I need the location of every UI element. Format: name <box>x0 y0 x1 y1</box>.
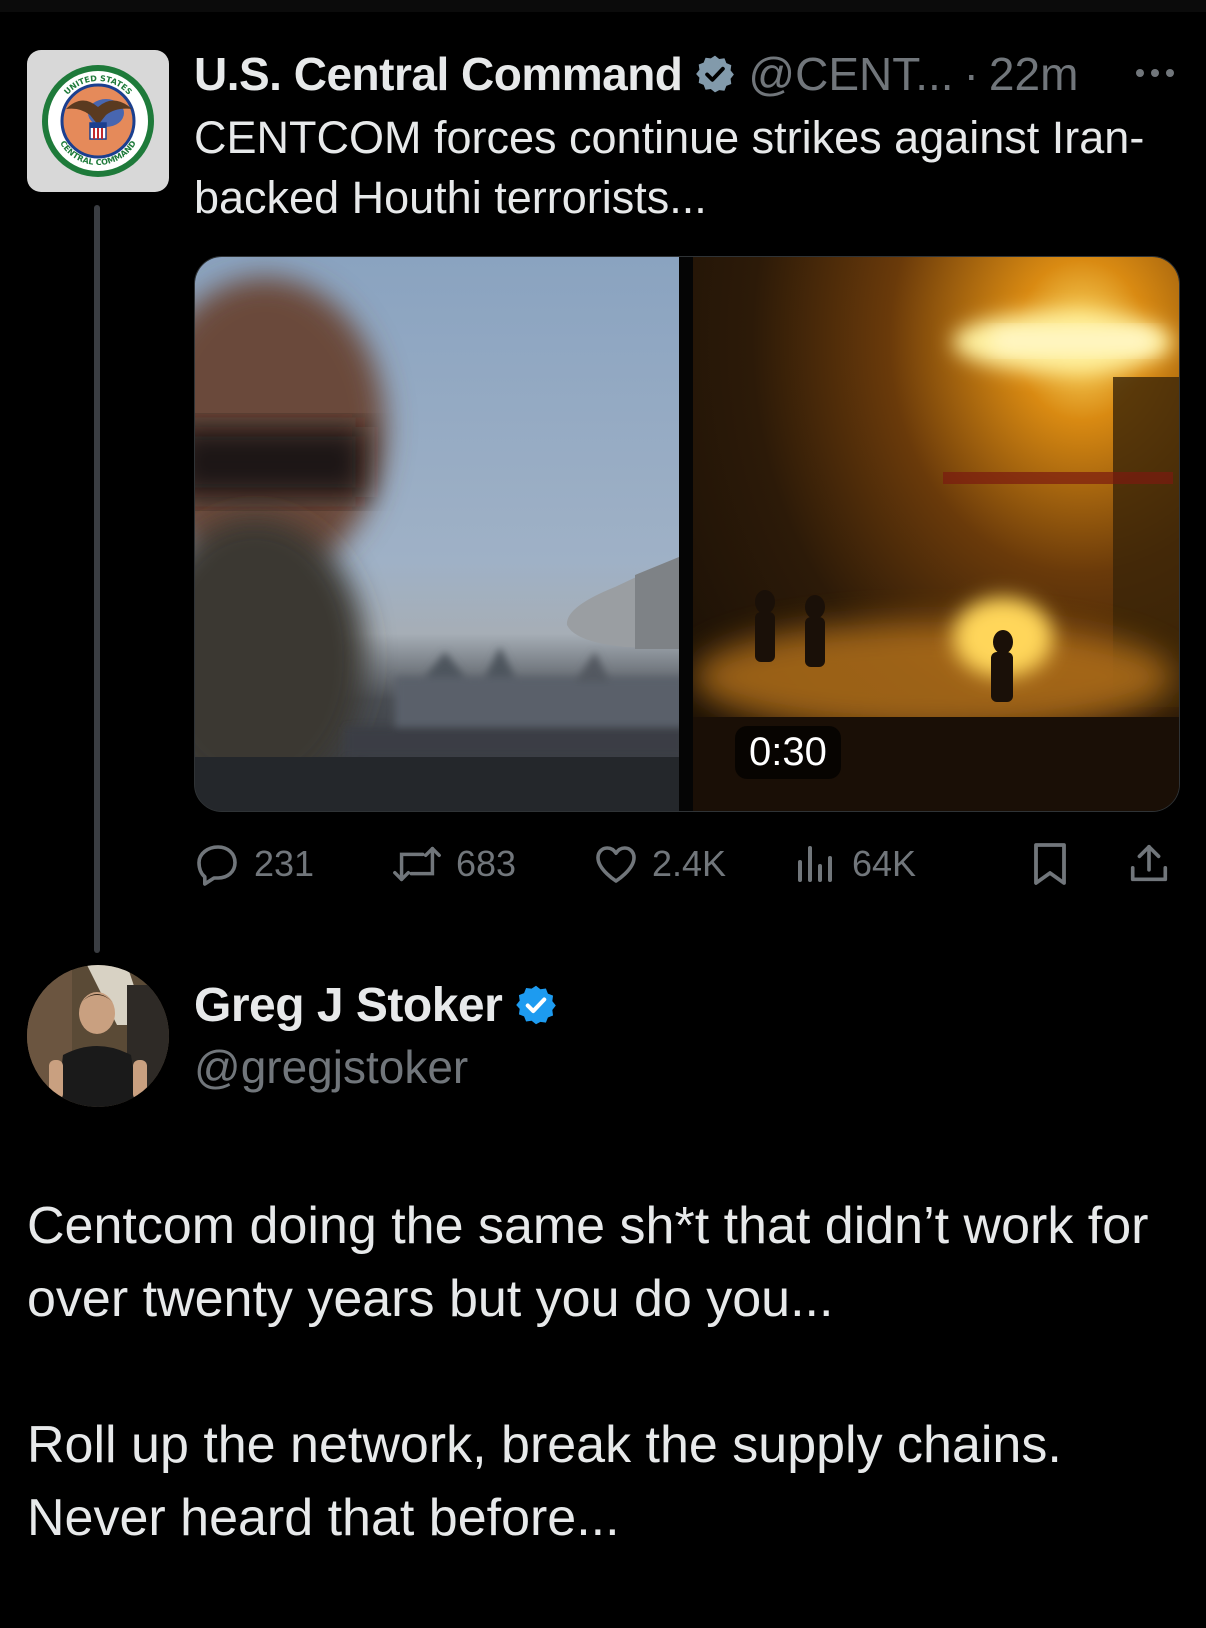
verified-badge-icon[interactable] <box>514 983 558 1027</box>
share-icon <box>1130 844 1168 882</box>
more-options-icon[interactable] <box>1130 58 1180 88</box>
media-image-flight-deck[interactable] <box>195 257 679 811</box>
view-count: 64K <box>852 843 917 884</box>
thread-connector <box>94 205 100 953</box>
dot-separator: · <box>963 48 979 100</box>
repost-button[interactable]: 683 <box>390 836 516 892</box>
reply-paragraph: Roll up the network, break the supply ch… <box>27 1416 1062 1547</box>
repost-icon <box>393 846 441 882</box>
verified-badge-icon[interactable] <box>694 53 736 95</box>
status-strip <box>0 0 1206 12</box>
profile-photo-icon <box>27 965 169 1107</box>
bookmark-icon <box>1034 843 1066 885</box>
media-video-night-launch[interactable]: 0:30 <box>693 257 1179 811</box>
media-divider <box>679 257 693 811</box>
tweet-media[interactable]: 0:30 <box>194 256 1180 812</box>
reply-avatar[interactable] <box>27 965 169 1107</box>
reply-button[interactable]: 231 <box>194 836 314 892</box>
tweet-action-bar: 231 683 2.4K 64K <box>194 836 1178 892</box>
views-button[interactable]: 64K <box>792 836 916 892</box>
heart-icon <box>596 846 636 883</box>
parent-tweet-header: U.S. Central Command @CENT... · 22m <box>194 44 1184 104</box>
parent-timestamp[interactable]: 22m <box>989 47 1078 101</box>
reply-tweet-text: Centcom doing the same sh*t that didn’t … <box>27 1190 1177 1555</box>
reply-tweet-header: Greg J Stoker <box>194 975 558 1035</box>
video-duration-badge: 0:30 <box>735 726 841 779</box>
reply-display-name[interactable]: Greg J Stoker <box>194 978 503 1033</box>
centcom-avatar[interactable]: UNITED STATES CENTRAL COMMAND <box>27 50 169 192</box>
share-button[interactable] <box>1126 836 1184 892</box>
reply-paragraph: Centcom doing the same sh*t that didn’t … <box>27 1197 1149 1328</box>
reply-handle[interactable]: @gregjstoker <box>194 1040 468 1094</box>
reply-count: 231 <box>254 843 315 884</box>
parent-display-name[interactable]: U.S. Central Command <box>194 47 683 101</box>
parent-tweet-text: CENTCOM forces continue strikes against … <box>194 112 1145 223</box>
parent-handle[interactable]: @CENT... <box>748 47 953 101</box>
like-count: 2.4K <box>652 843 727 884</box>
reply-icon <box>197 845 237 886</box>
repost-count: 683 <box>456 843 517 884</box>
like-button[interactable]: 2.4K <box>592 836 726 892</box>
bookmark-button[interactable] <box>1028 836 1084 892</box>
views-chart-icon <box>798 846 832 882</box>
centcom-seal-icon: UNITED STATES CENTRAL COMMAND <box>42 65 154 177</box>
